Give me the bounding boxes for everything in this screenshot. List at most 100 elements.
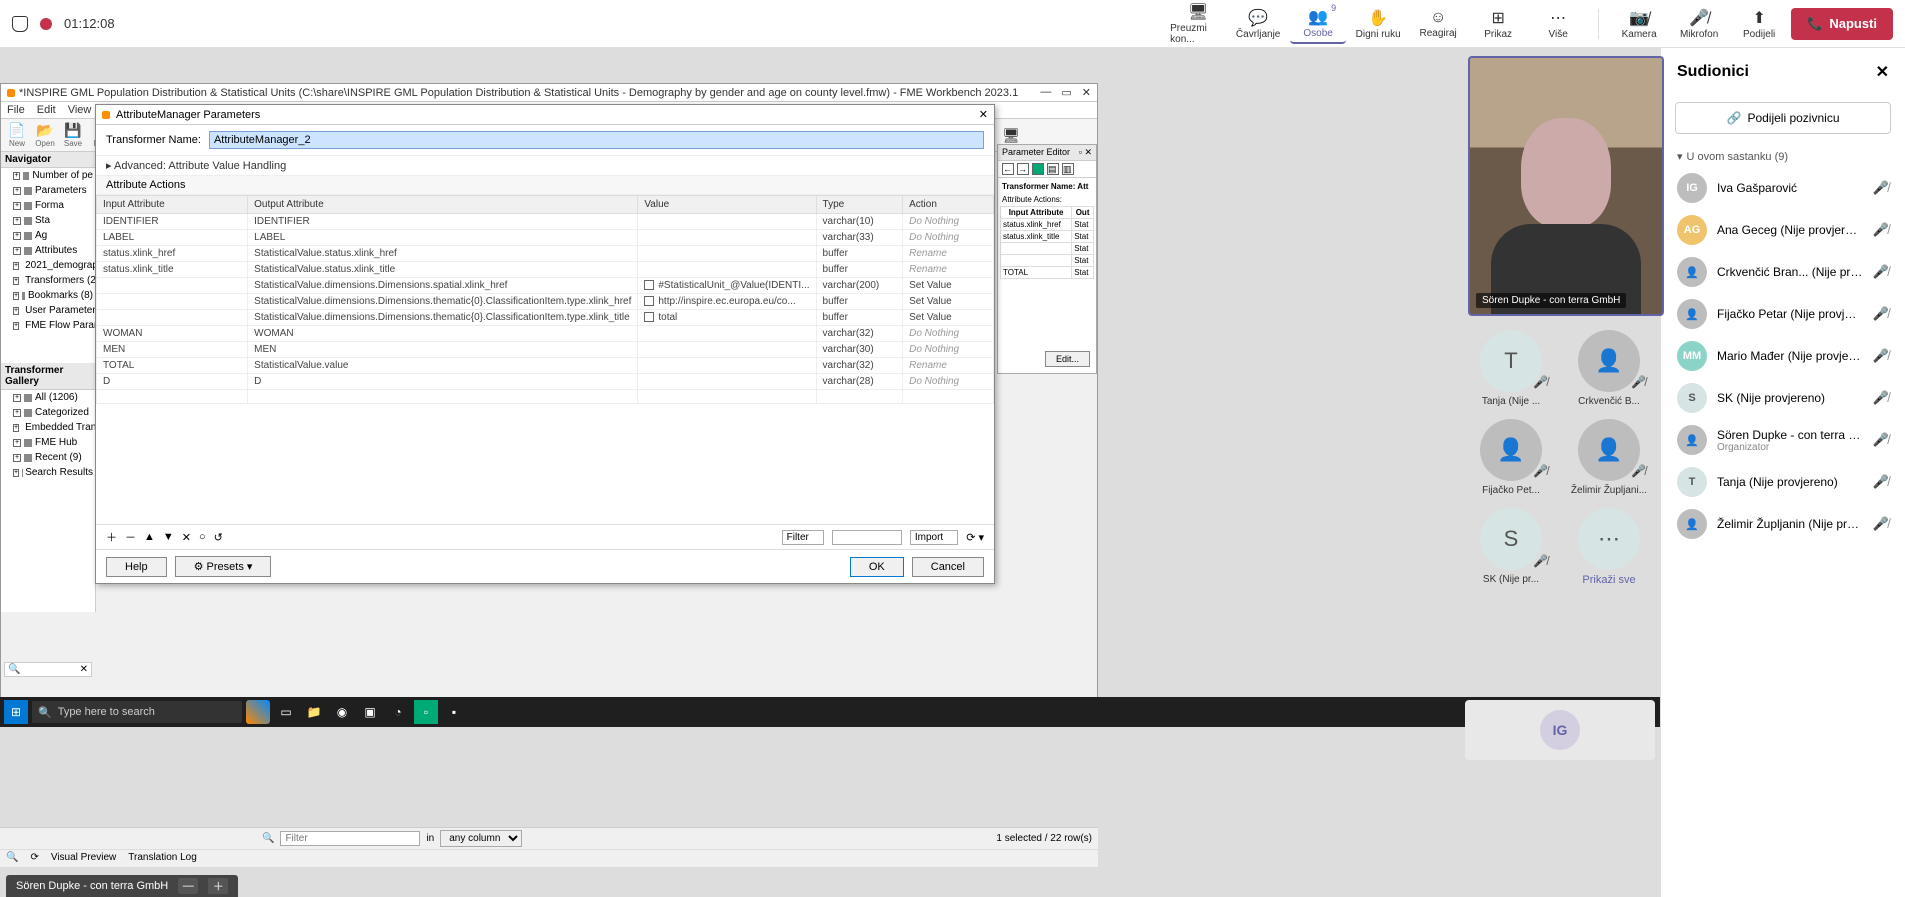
view-button[interactable]: ⊞Prikaz [1470,4,1526,44]
leave-button[interactable]: 📞Napusti [1791,8,1893,40]
cancel-button[interactable]: Cancel [912,557,984,577]
visual-preview-tab[interactable]: Visual Preview [51,852,116,863]
open-button[interactable]: 📂Open [33,121,57,149]
table-row[interactable]: StatisticalValue.dimensions.Dimensions.t… [97,294,994,310]
table-row[interactable]: status.xlink_titleStat [1001,231,1094,243]
people-button[interactable]: 👥9Osobe [1290,4,1346,44]
advanced-section-toggle[interactable]: ▸ Advanced: Attribute Value Handling [96,155,994,176]
terminal-icon[interactable]: ▪ [442,700,466,724]
add-icon[interactable]: ＋ [208,878,228,894]
tool-icon[interactable]: ↺ [214,531,223,544]
refresh-icon[interactable]: ⟳ ▾ [966,531,984,544]
main-video-tile[interactable]: Sören Dupke - con terra GmbH [1468,56,1664,316]
edit-button[interactable]: Edit... [1045,351,1090,367]
self-view[interactable]: IG [1465,700,1655,760]
column-select[interactable]: any column [440,830,522,847]
participant-item[interactable]: 👤Sören Dupke - con terra GmbHOrganizator… [1661,419,1905,461]
menu-view[interactable]: View [68,104,92,116]
navigator-search[interactable]: 🔍✕ [4,662,92,677]
video-tile[interactable]: TTanja (Nije ...🎤̸ [1468,330,1554,407]
taskbar-icon[interactable] [246,700,270,724]
pe-icon[interactable]: ▥ [1062,163,1074,175]
nav-item[interactable]: +Parameters [1,183,95,198]
video-tile[interactable]: ⋯Prikaži sve [1566,508,1652,586]
pe-icon[interactable]: ▤ [1047,163,1059,175]
participant-item[interactable]: AGAna Geceg (Nije provjereno)🎤̸ [1661,209,1905,251]
filter-input[interactable] [832,530,902,545]
table-row[interactable]: status.xlink_hrefStatisticalValue.status… [97,246,994,262]
pin-icon[interactable]: ▫ [1079,147,1082,157]
move-down-icon[interactable]: ▼ [163,531,174,543]
explorer-icon[interactable]: 📁 [302,700,326,724]
add-row-icon[interactable]: ＋ [106,529,117,545]
gallery-item[interactable]: +FME Hub [1,435,95,450]
microphone-button[interactable]: 🎤̸Mikrofon [1671,4,1727,44]
app-icon[interactable]: ▫ [414,700,438,724]
table-row[interactable]: WOMANWOMANvarchar(32)Do Nothing [97,326,994,342]
participant-item[interactable]: TTanja (Nije provjereno)🎤̸ [1661,461,1905,503]
tool-icon[interactable]: ○ [199,531,206,543]
import-dropdown[interactable]: Import [910,530,958,545]
move-up-icon[interactable]: ▲ [144,531,155,543]
table-row[interactable]: status.xlink_titleStatisticalValue.statu… [97,262,994,278]
minimize-icon[interactable]: — [1040,86,1051,99]
video-tile[interactable]: SSK (Nije pr...🎤̸ [1468,508,1554,586]
nav-item[interactable]: +User Parameters (3) [1,303,95,318]
filter-input[interactable] [280,831,420,846]
share-invite-button[interactable]: 🔗 Podijeli pozivnicu [1675,102,1891,134]
app-icon[interactable]: ▣ [358,700,382,724]
tool-icon[interactable]: ✕ [182,531,191,544]
participant-item[interactable]: SSK (Nije provjereno)🎤̸ [1661,377,1905,419]
table-row[interactable]: MENMENvarchar(30)Do Nothing [97,342,994,358]
close-icon[interactable]: ✕ [1082,86,1091,99]
back-icon[interactable]: ← [1002,163,1014,175]
filter-dropdown[interactable]: Filter [782,530,824,545]
presets-button[interactable]: ⚙ Presets ▾ [175,556,272,577]
table-row[interactable]: Stat [1001,255,1094,267]
chat-button[interactable]: 💬Čavrljanje [1230,4,1286,44]
nav-item[interactable]: +Sta [1,213,95,228]
table-row[interactable]: TOTALStat [1001,267,1094,279]
video-tile[interactable]: 👤Fijačko Pet...🎤̸ [1468,419,1554,496]
close-icon[interactable]: ✕ [979,108,988,121]
save-button[interactable]: 💾Save [61,121,85,149]
participant-item[interactable]: IGIva Gašparović🎤̸ [1661,167,1905,209]
gallery-item[interactable]: +All (1206) [1,390,95,405]
start-button[interactable]: ⊞ [4,700,28,724]
chrome-icon[interactable]: ◉ [330,700,354,724]
app-icon[interactable]: ◔ [386,700,410,724]
table-row[interactable]: status.xlink_hrefStat [1001,219,1094,231]
nav-item[interactable]: +2021_demography by [1,258,95,273]
nav-item[interactable]: +Number of pe [1,168,95,183]
attribute-table[interactable]: Input Attribute Output Attribute Value T… [96,195,994,524]
camera-button[interactable]: 📷̸Kamera [1611,4,1667,44]
participant-item[interactable]: MMMario Mađer (Nije provjereno)🎤̸ [1661,335,1905,377]
participant-item[interactable]: 👤Želimir Župljanin (Nije provjereno)🎤̸ [1661,503,1905,545]
transformer-name-input[interactable] [209,131,984,149]
remove-row-icon[interactable]: － [125,529,136,545]
gallery-item[interactable]: +Recent (9) [1,450,95,465]
table-row[interactable] [97,390,994,404]
pe-table[interactable]: Input AttributeOut status.xlink_hrefStat… [1000,206,1094,279]
section-header[interactable]: ▾ U ovom sastanku (9) [1661,140,1905,167]
help-button[interactable]: Help [106,557,167,577]
table-row[interactable]: Stat [1001,243,1094,255]
task-view-icon[interactable]: ▭ [274,700,298,724]
forward-icon[interactable]: → [1017,163,1029,175]
participant-item[interactable]: 👤Crkvenčić Bran... (Nije provjereno)🎤̸ [1661,251,1905,293]
close-icon[interactable]: ✕ [1876,62,1889,82]
nav-item[interactable]: +Bookmarks (8) [1,288,95,303]
raise-hand-button[interactable]: ✋Digni ruku [1350,4,1406,44]
gallery-item[interactable]: +Categorized [1,405,95,420]
nav-item[interactable]: +FME Flow Parameters [1,318,95,333]
table-row[interactable]: StatisticalValue.dimensions.Dimensions.t… [97,310,994,326]
menu-edit[interactable]: Edit [37,104,56,116]
taskbar-search[interactable]: 🔍 Type here to search [32,701,242,723]
share-button[interactable]: ⬆Podijeli [1731,4,1787,44]
new-button[interactable]: 📄New [5,121,29,149]
nav-item[interactable]: +Forma [1,198,95,213]
nav-item[interactable]: +Transformers (29) [1,273,95,288]
video-tile[interactable]: 👤Želimir Župljani...🎤̸ [1566,419,1652,496]
menu-file[interactable]: File [7,104,25,116]
table-row[interactable]: DDvarchar(28)Do Nothing [97,374,994,390]
